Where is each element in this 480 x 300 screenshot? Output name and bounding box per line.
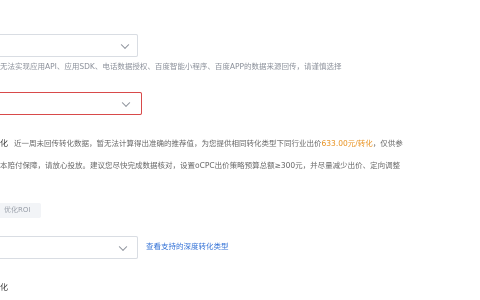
optimize-roi-label: 优化ROI xyxy=(4,206,31,214)
compensation-notice: 本赔付保障，请放心投放。建议您尽快完成数据核对，设置oCPC出价策略预算总额≥3… xyxy=(0,161,401,170)
bid-recommendation-part1: 近一周未回传转化数据，暂无法计算得出准确的推荐值， xyxy=(14,139,202,148)
bid-recommendation-part2: 为您提供相同转化类型下同行业出价 xyxy=(201,139,322,148)
optimize-roi-button[interactable]: 优化ROI xyxy=(0,203,41,218)
chevron-down-icon xyxy=(118,242,128,251)
chevron-down-icon xyxy=(121,98,131,107)
bottom-field-label: 化 xyxy=(0,283,8,292)
chevron-down-icon xyxy=(120,40,130,49)
bid-recommendation-part3: ，仅供参 xyxy=(372,139,403,148)
form-page: 无法实现应用API、应用SDK、电话数据授权、百度智能小程序、百度APP的数据来… xyxy=(0,0,480,300)
industry-bid-price: 633.00元/转化 xyxy=(321,139,373,148)
bid-field-label: 化 xyxy=(0,139,8,148)
data-source-select[interactable] xyxy=(0,34,138,57)
bid-recommendation-text: 近一周未回传转化数据，暂无法计算得出准确的推荐值，为您提供相同转化类型下同行业出… xyxy=(14,139,403,149)
deep-conversion-select[interactable] xyxy=(0,236,138,259)
supported-deep-conversion-link[interactable]: 查看支持的深度转化类型 xyxy=(146,242,229,252)
conversion-type-select[interactable] xyxy=(0,92,142,115)
data-source-hint: 无法实现应用API、应用SDK、电话数据授权、百度智能小程序、百度APP的数据来… xyxy=(0,62,342,71)
